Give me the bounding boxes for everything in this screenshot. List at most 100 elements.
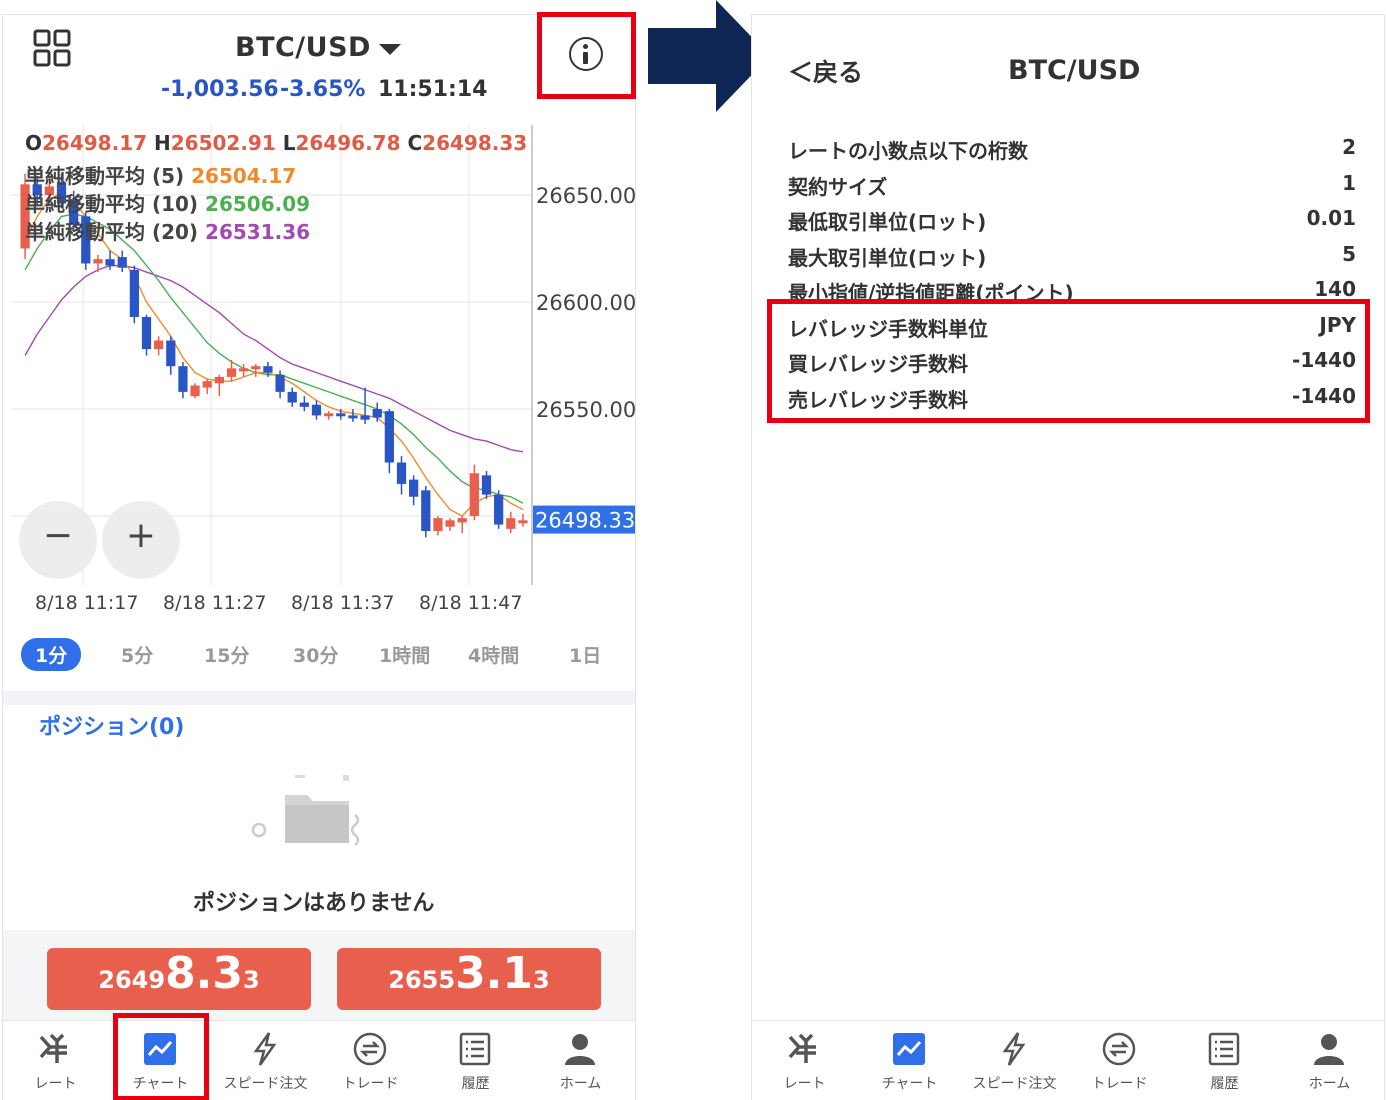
- highlight-box-leverage-fees: [767, 299, 1370, 423]
- grid-menu-icon[interactable]: [33, 29, 73, 69]
- y-tick-label: 26600.00: [536, 291, 635, 315]
- exchange-icon: [353, 1032, 387, 1066]
- tab-timeframe-4h[interactable]: 4時間: [468, 641, 519, 668]
- chevron-down-icon[interactable]: [379, 44, 401, 55]
- tab-timeframe-30m[interactable]: 30分: [293, 641, 338, 668]
- candle-body: [409, 479, 419, 497]
- tab-timeframe-1d[interactable]: 1日: [569, 641, 601, 668]
- candle-body: [166, 340, 176, 367]
- ohlc-readout: O26498.17 H26502.91 L26496.78 C26498.33: [25, 131, 527, 155]
- info-row-max-lot: 最大取引単位(ロット) 5: [788, 242, 1356, 278]
- candle-body: [324, 413, 334, 417]
- ohlc-low-value: 26496.78: [295, 131, 401, 155]
- candle-body: [494, 494, 504, 525]
- zoom-out-button[interactable]: −: [19, 501, 97, 579]
- nav-item-trade[interactable]: トレード: [1067, 1021, 1172, 1100]
- yen-icon: [788, 1033, 816, 1063]
- back-button[interactable]: ＜戻る: [788, 53, 863, 89]
- candle-body: [506, 518, 516, 529]
- tab-timeframe-1m[interactable]: 1分: [21, 638, 82, 671]
- nav-item-home[interactable]: ホーム: [1277, 1021, 1382, 1100]
- candle-body: [117, 257, 127, 268]
- candle-body: [105, 259, 115, 266]
- candle-body: [287, 391, 297, 403]
- nav-label-history: 履歴: [461, 1076, 490, 1092]
- tab-timeframe-1h[interactable]: 1時間: [379, 641, 430, 668]
- ma10-line: [24, 213, 524, 504]
- info-row-value: 1: [1342, 171, 1356, 195]
- nav-item-home[interactable]: ホーム: [528, 1021, 633, 1100]
- empty-positions-message: ポジションはありません: [193, 891, 435, 916]
- buy-price-button[interactable]: 26553.13: [337, 948, 601, 1010]
- candle-body: [239, 368, 249, 372]
- list-icon: [459, 1032, 491, 1066]
- ma20-line: [24, 264, 524, 453]
- ma5-readout: 単純移動平均 (5) 26504.17: [25, 160, 296, 189]
- candle-body: [336, 413, 346, 417]
- candle-body: [348, 415, 358, 419]
- candle-body: [190, 385, 200, 397]
- sell-price-tail: 3: [243, 966, 260, 994]
- x-tick-label: 8/18 11:47: [419, 592, 523, 614]
- ma20-value: 26531.36: [205, 220, 311, 244]
- ma10-readout: 単純移動平均 (10) 26506.09: [25, 188, 310, 217]
- nav-item-history[interactable]: 履歴: [423, 1021, 528, 1100]
- candle-body: [421, 490, 431, 531]
- ohlc-low-key: L: [282, 131, 296, 155]
- info-row-min-lot: 最低取引単位(ロット) 0.01: [788, 206, 1356, 242]
- info-row-label: 最大取引単位(ロット): [788, 246, 987, 270]
- nav-item-history[interactable]: 履歴: [1172, 1021, 1277, 1100]
- nav-label-speed-order: スピード注文: [972, 1076, 1057, 1092]
- candle-body: [469, 473, 479, 516]
- empty-folder-icon: [251, 775, 360, 846]
- ma10-label: 単純移動平均 (10): [25, 192, 199, 216]
- symbol-info-screen: ＜戻る BTC/USD レートの小数点以下の桁数 2 契約サイズ 1 最低取引単…: [751, 14, 1385, 1100]
- tab-timeframe-15m[interactable]: 15分: [204, 641, 249, 668]
- ma5-label: 単純移動平均 (5): [25, 164, 185, 188]
- bottom-nav: レート チャート スピード注文 トレード 履歴 ホーム: [752, 1020, 1384, 1100]
- ma5-value: 26504.17: [191, 164, 297, 188]
- nav-item-trade[interactable]: トレード: [318, 1021, 423, 1100]
- x-tick-label: 8/18 11:27: [163, 592, 267, 614]
- nav-item-rate[interactable]: レート: [3, 1021, 108, 1100]
- nav-label-home: ホーム: [559, 1076, 602, 1092]
- highlight-box-info: [537, 12, 636, 99]
- positions-title[interactable]: ポジション(0): [39, 709, 184, 741]
- y-tick-label: 26650.00: [536, 184, 635, 208]
- buy-price-main: 3.1: [455, 948, 534, 999]
- candle-body: [93, 259, 103, 264]
- nav-item-chart[interactable]: チャート: [857, 1021, 962, 1100]
- sell-price-prefix: 2649: [98, 966, 166, 994]
- candle-body: [445, 520, 455, 527]
- currency-pair-title[interactable]: BTC/USD: [235, 32, 371, 63]
- nav-item-speed-order[interactable]: スピード注文: [962, 1021, 1067, 1100]
- info-row-value: 5: [1342, 242, 1356, 266]
- info-row-value: 2: [1342, 135, 1356, 159]
- sell-price-button[interactable]: 26498.33: [47, 948, 311, 1010]
- person-icon: [1314, 1034, 1344, 1065]
- ohlc-high-key: H: [154, 131, 171, 155]
- candle-body: [384, 411, 394, 463]
- zoom-in-button[interactable]: +: [102, 501, 180, 579]
- current-price-label: 26498.33: [535, 509, 635, 533]
- info-row-label: 最低取引単位(ロット): [788, 210, 987, 234]
- candle-body: [226, 368, 237, 377]
- info-row-label: 契約サイズ: [788, 175, 888, 199]
- nav-label-rate: レート: [34, 1076, 77, 1092]
- ma20-readout: 単純移動平均 (20) 26531.36: [25, 216, 310, 245]
- ohlc-close-value: 26498.33: [422, 131, 528, 155]
- candle-body: [251, 366, 261, 370]
- candle-body: [457, 518, 467, 523]
- nav-label-speed-order: スピード注文: [223, 1076, 308, 1092]
- section-divider: [3, 691, 635, 705]
- exchange-icon: [1102, 1032, 1136, 1066]
- candle-body: [141, 316, 152, 350]
- nav-label-trade: トレード: [342, 1076, 399, 1092]
- nav-label-home: ホーム: [1308, 1076, 1351, 1092]
- candle-body: [263, 366, 273, 373]
- nav-item-rate[interactable]: レート: [752, 1021, 857, 1100]
- nav-item-speed-order[interactable]: スピード注文: [213, 1021, 318, 1100]
- minus-icon: −: [42, 515, 74, 556]
- bottom-nav: レート チャート スピード注文 トレード 履歴 ホーム: [3, 1020, 635, 1100]
- tab-timeframe-5m[interactable]: 5分: [121, 641, 153, 668]
